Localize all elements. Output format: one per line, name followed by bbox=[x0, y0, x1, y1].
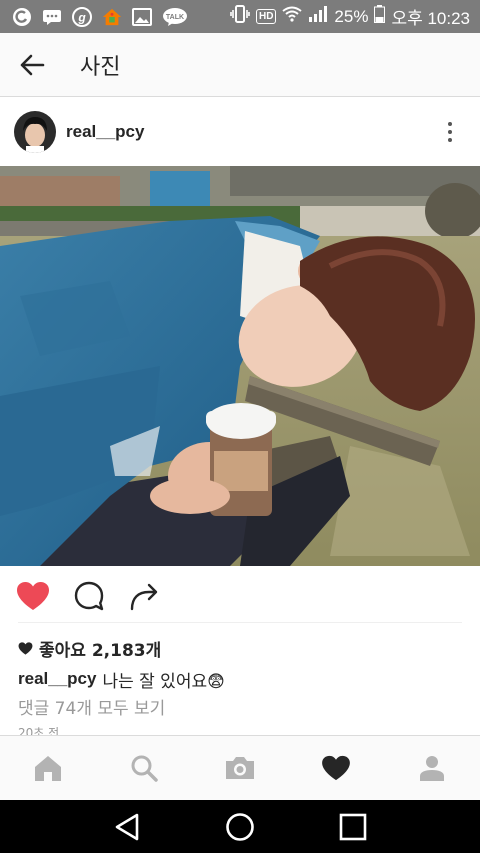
system-status: HD 25% 오후 10:23 bbox=[230, 4, 480, 29]
caption-text: 나는 잘 있어요😨 bbox=[102, 671, 225, 692]
camera-icon bbox=[226, 757, 254, 779]
dot bbox=[448, 138, 452, 142]
app-bar: 사진 bbox=[0, 33, 480, 97]
page-title: 사진 bbox=[80, 54, 121, 80]
caption: real__pcy 나는 잘 있어요😨 bbox=[18, 666, 225, 692]
tab-profile[interactable] bbox=[408, 744, 456, 792]
nav-home-button[interactable] bbox=[218, 805, 262, 849]
like-button[interactable] bbox=[16, 579, 50, 613]
system-nav-bar bbox=[0, 800, 480, 853]
caption-username[interactable]: real__pcy bbox=[18, 669, 96, 689]
avatar[interactable] bbox=[14, 111, 56, 153]
back-button[interactable] bbox=[0, 33, 64, 97]
heart-icon bbox=[322, 755, 350, 781]
post-photo[interactable] bbox=[0, 166, 480, 566]
battery-icon bbox=[374, 5, 386, 28]
post-actions bbox=[0, 570, 480, 622]
dot bbox=[448, 122, 452, 126]
share-arrow-icon bbox=[130, 583, 158, 611]
tab-home[interactable] bbox=[24, 744, 72, 792]
tab-camera[interactable] bbox=[216, 744, 264, 792]
vibrate-icon bbox=[230, 5, 250, 28]
notification-icons: g TALK bbox=[0, 6, 188, 27]
post-username[interactable]: real__pcy bbox=[66, 122, 144, 142]
hd-badge: HD bbox=[255, 9, 277, 24]
likes-label: 좋아요 2,183개 bbox=[39, 640, 162, 661]
view-all-comments-link[interactable]: 댓글 74개 모두 보기 bbox=[18, 694, 165, 719]
message-icon bbox=[42, 7, 62, 27]
back-triangle-icon bbox=[115, 813, 138, 840]
divider bbox=[18, 622, 462, 623]
status-bar: g TALK HD 25% 오후 10:23 bbox=[0, 0, 480, 33]
small-heart-icon bbox=[18, 641, 33, 655]
dot bbox=[448, 130, 452, 134]
share-button[interactable] bbox=[128, 579, 162, 613]
comment-icon bbox=[74, 581, 104, 611]
tab-activity[interactable] bbox=[312, 744, 360, 792]
tab-search[interactable] bbox=[120, 744, 168, 792]
likes-count[interactable]: 좋아요 2,183개 bbox=[18, 636, 162, 661]
svg-text:TALK: TALK bbox=[166, 14, 184, 21]
wifi-icon bbox=[282, 6, 303, 27]
nav-back-button[interactable] bbox=[105, 805, 149, 849]
profile-icon bbox=[420, 756, 444, 781]
svg-text:g: g bbox=[77, 10, 86, 24]
nav-recents-button[interactable] bbox=[331, 805, 375, 849]
signal-icon bbox=[308, 5, 328, 28]
gallery-icon bbox=[132, 7, 152, 27]
more-options-button[interactable] bbox=[430, 112, 470, 152]
clock: 오후 10:23 bbox=[391, 9, 470, 28]
g-app-icon: g bbox=[72, 6, 92, 27]
arrow-left-icon bbox=[20, 54, 45, 75]
battery-percent: 25% bbox=[334, 6, 369, 26]
post-header: real__pcy bbox=[0, 98, 480, 166]
comment-button[interactable] bbox=[72, 579, 106, 613]
home-circle-icon bbox=[226, 812, 254, 841]
recents-square-icon bbox=[340, 813, 367, 840]
o-app-icon bbox=[12, 7, 32, 27]
home-app-icon bbox=[102, 7, 122, 27]
talk-icon: TALK bbox=[162, 7, 188, 27]
home-icon bbox=[35, 756, 61, 781]
bottom-tab-bar bbox=[0, 735, 480, 800]
search-icon bbox=[131, 755, 158, 782]
heart-filled-icon bbox=[17, 582, 49, 610]
